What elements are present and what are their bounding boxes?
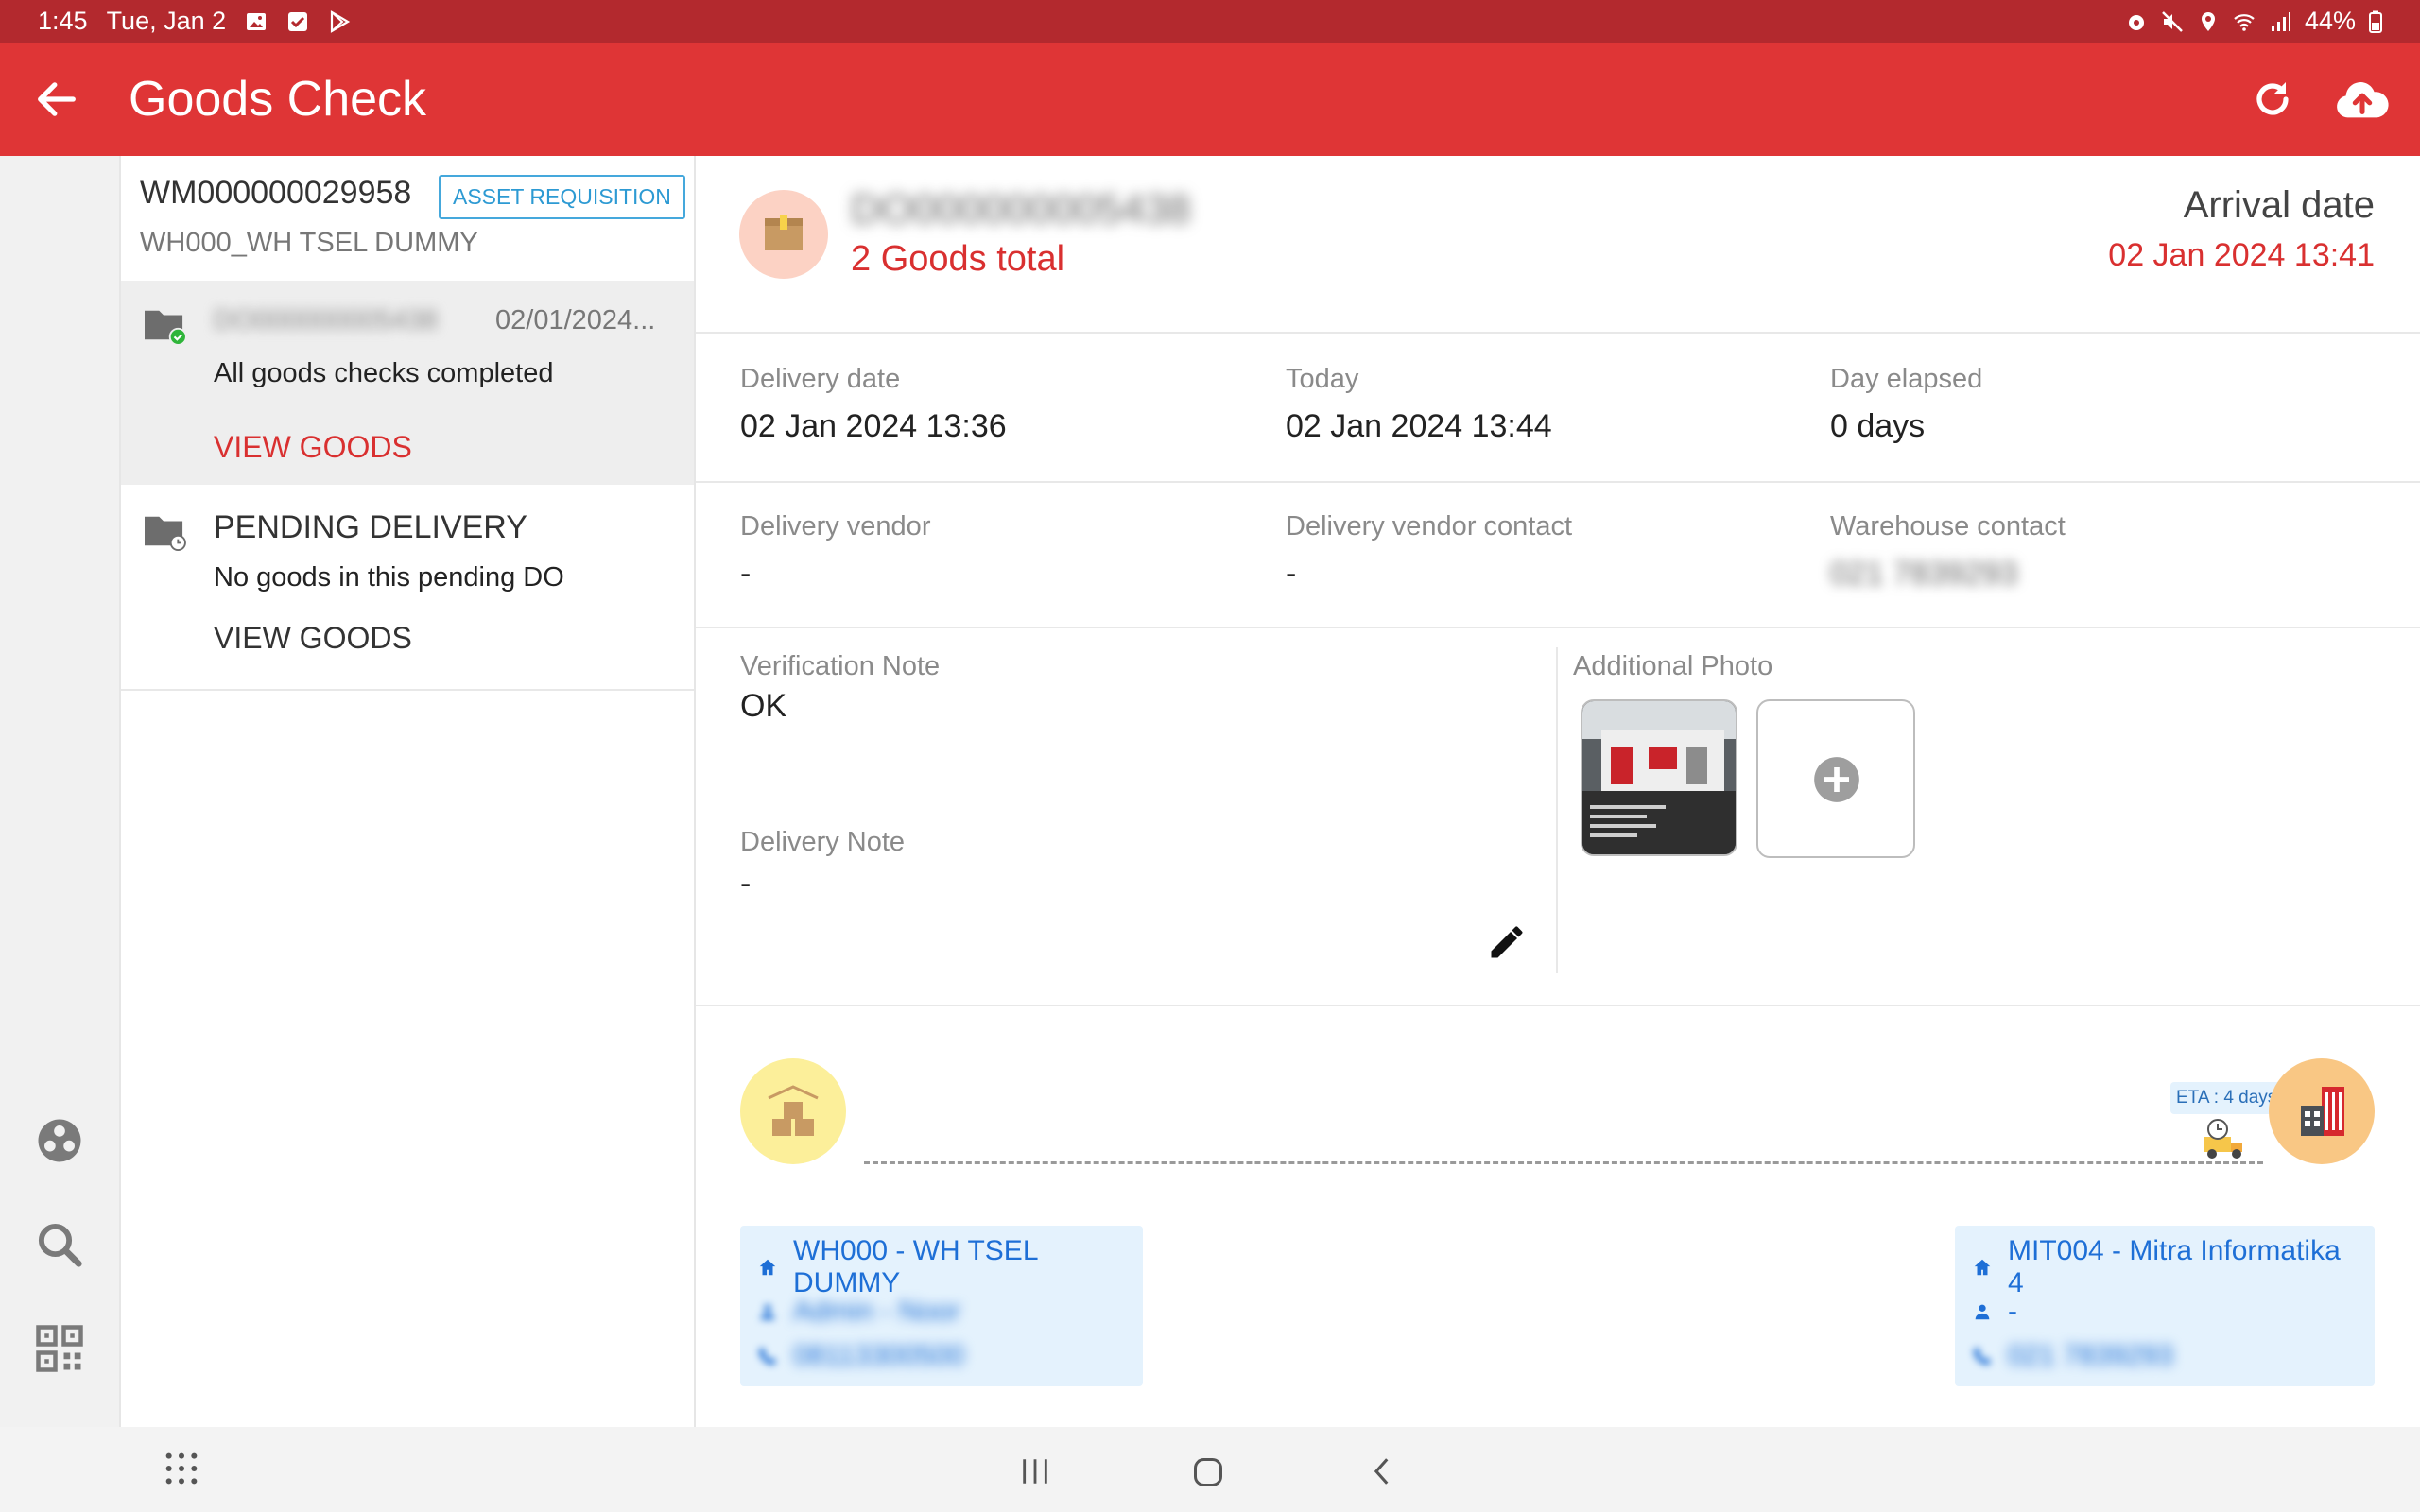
today-label: Today	[1286, 364, 1359, 394]
cloud-upload-icon[interactable]	[2335, 77, 2390, 122]
folder-check-icon	[145, 310, 187, 345]
requisition-warehouse: WH000_WH TSEL DUMMY	[140, 228, 478, 258]
verification-note-value: OK	[740, 688, 787, 724]
delivery-date-value: 02 Jan 2024 13:36	[740, 408, 1007, 444]
alarm-icon	[2128, 14, 2144, 30]
detail-header: DO000000005438 2 Goods total Arrival dat…	[696, 156, 2420, 334]
dates-row: Delivery date 02 Jan 2024 13:36 Today 02…	[696, 334, 2420, 483]
package-icon	[739, 190, 828, 279]
phone-icon	[1973, 1347, 1992, 1365]
delivery-vendor-contact-value: -	[1286, 556, 1297, 592]
page-title: Goods Check	[129, 72, 427, 127]
system-navigation-bar	[0, 1427, 2420, 1512]
list-item-pending-delivery[interactable]: PENDING DELIVERY No goods in this pendin…	[121, 487, 694, 691]
do-number: DO000000005438	[851, 186, 1191, 232]
delivery-vendor-contact-label: Delivery vendor contact	[1286, 511, 1573, 541]
arrival-date-label: Arrival date	[2183, 184, 2375, 226]
view-goods-pending-button[interactable]: VIEW GOODS	[214, 621, 412, 656]
delivery-route: ETA : 4 days WH000 - WH TSEL DUMMY Admin…	[696, 1006, 2420, 1427]
group-icon[interactable]	[34, 1115, 85, 1166]
notes-section: Verification Note OK Delivery Note - Add…	[696, 628, 2420, 1006]
additional-photo-label: Additional Photo	[1573, 651, 1773, 681]
status-bar: 1:45 Tue, Jan 2 44%	[0, 0, 2420, 43]
signal-icon	[2271, 11, 2290, 31]
contacts-row: Delivery vendor - Delivery vendor contac…	[696, 483, 2420, 628]
origin-phone: 08113300500	[793, 1339, 965, 1371]
add-photo-button[interactable]	[1756, 699, 1915, 858]
status-date: Tue, Jan 2	[106, 7, 227, 35]
delivery-note-label: Delivery Note	[740, 827, 906, 857]
app-grid-icon[interactable]	[163, 1450, 200, 1487]
search-icon[interactable]	[34, 1219, 85, 1270]
requisition-id: WM000000029958	[140, 175, 412, 211]
navigation-rail	[0, 156, 121, 1427]
status-time: 1:45	[38, 7, 88, 35]
app-bar: Goods Check	[0, 43, 2420, 156]
goods-check-detail: DO000000005438 2 Goods total Arrival dat…	[696, 156, 2420, 1427]
refresh-icon[interactable]	[2250, 77, 2295, 122]
back-arrow-icon[interactable]	[32, 75, 81, 124]
home-icon	[1974, 1259, 1991, 1275]
additional-photo-thumbnail[interactable]	[1581, 699, 1737, 856]
route-line	[864, 1161, 2263, 1164]
warehouse-boxes-icon	[740, 1058, 846, 1164]
folder-clock-icon	[145, 516, 186, 551]
delivery-note-value: -	[740, 866, 752, 902]
warehouse-contact-value: 021 7839293	[1830, 556, 2018, 592]
view-goods-button[interactable]: VIEW GOODS	[214, 430, 412, 465]
recent-apps-icon[interactable]	[1019, 1455, 1051, 1487]
person-icon	[1975, 1304, 1990, 1319]
delivery-order-list: WM000000029958 ASSET REQUISITION WH000_W…	[121, 156, 696, 1427]
office-building-icon	[2269, 1058, 2375, 1164]
home-button-icon[interactable]	[1191, 1455, 1225, 1489]
warehouse-contact-label: Warehouse contact	[1830, 511, 2066, 541]
do-status-text: All goods checks completed	[214, 358, 554, 388]
requisition-type-badge: ASSET REQUISITION	[439, 175, 685, 219]
pending-delivery-title: PENDING DELIVERY	[214, 509, 527, 545]
location-icon	[2201, 11, 2215, 31]
delivery-date-label: Delivery date	[740, 364, 901, 394]
destination-person: -	[2008, 1295, 2017, 1327]
battery-icon	[2369, 10, 2382, 33]
person-icon	[760, 1304, 775, 1319]
origin-warehouse-card[interactable]: WH000 - WH TSEL DUMMY Admin - Noor 08113…	[740, 1226, 1143, 1386]
origin-name: WH000 - WH TSEL DUMMY	[793, 1234, 1038, 1298]
pending-delivery-text: No goods in this pending DO	[214, 562, 564, 593]
checkbox-icon	[288, 11, 308, 31]
list-item-do-completed[interactable]: DO000000005438 02/01/2024... All goods c…	[121, 281, 694, 485]
origin-person: Admin - Noor	[793, 1295, 960, 1327]
delivery-truck-icon	[2204, 1119, 2242, 1159]
arrival-date-value: 02 Jan 2024 13:41	[2108, 237, 2375, 273]
notes-divider	[1556, 647, 1558, 973]
eta-badge: ETA : 4 days	[2170, 1082, 2283, 1114]
destination-phone: 021 7839293	[2008, 1339, 2174, 1371]
delivery-vendor-label: Delivery vendor	[740, 511, 931, 541]
add-circle-icon	[1814, 757, 1859, 802]
play-store-icon	[331, 9, 351, 33]
today-value: 02 Jan 2024 13:44	[1286, 408, 1552, 444]
phone-icon	[758, 1347, 777, 1365]
back-button-icon[interactable]	[1367, 1455, 1399, 1487]
delivery-vendor-value: -	[740, 556, 752, 592]
day-elapsed-value: 0 days	[1830, 408, 1926, 444]
home-icon	[759, 1259, 776, 1275]
qr-code-icon[interactable]	[34, 1323, 85, 1374]
do-id: DO000000005438	[214, 305, 439, 335]
destination-name: MIT004 - Mitra Informatika 4	[2008, 1234, 2341, 1298]
destination-card[interactable]: MIT004 - Mitra Informatika 4 - 021 78392…	[1955, 1226, 2375, 1386]
edit-pencil-icon[interactable]	[1486, 921, 1528, 963]
goods-total: 2 Goods total	[851, 239, 1065, 279]
day-elapsed-label: Day elapsed	[1830, 364, 1983, 394]
gallery-icon	[247, 12, 267, 30]
battery-level: 44%	[2304, 7, 2356, 35]
verification-note-label: Verification Note	[740, 651, 941, 681]
do-date: 02/01/2024...	[495, 305, 656, 335]
mute-icon	[2162, 10, 2183, 32]
wifi-icon	[2234, 13, 2255, 31]
